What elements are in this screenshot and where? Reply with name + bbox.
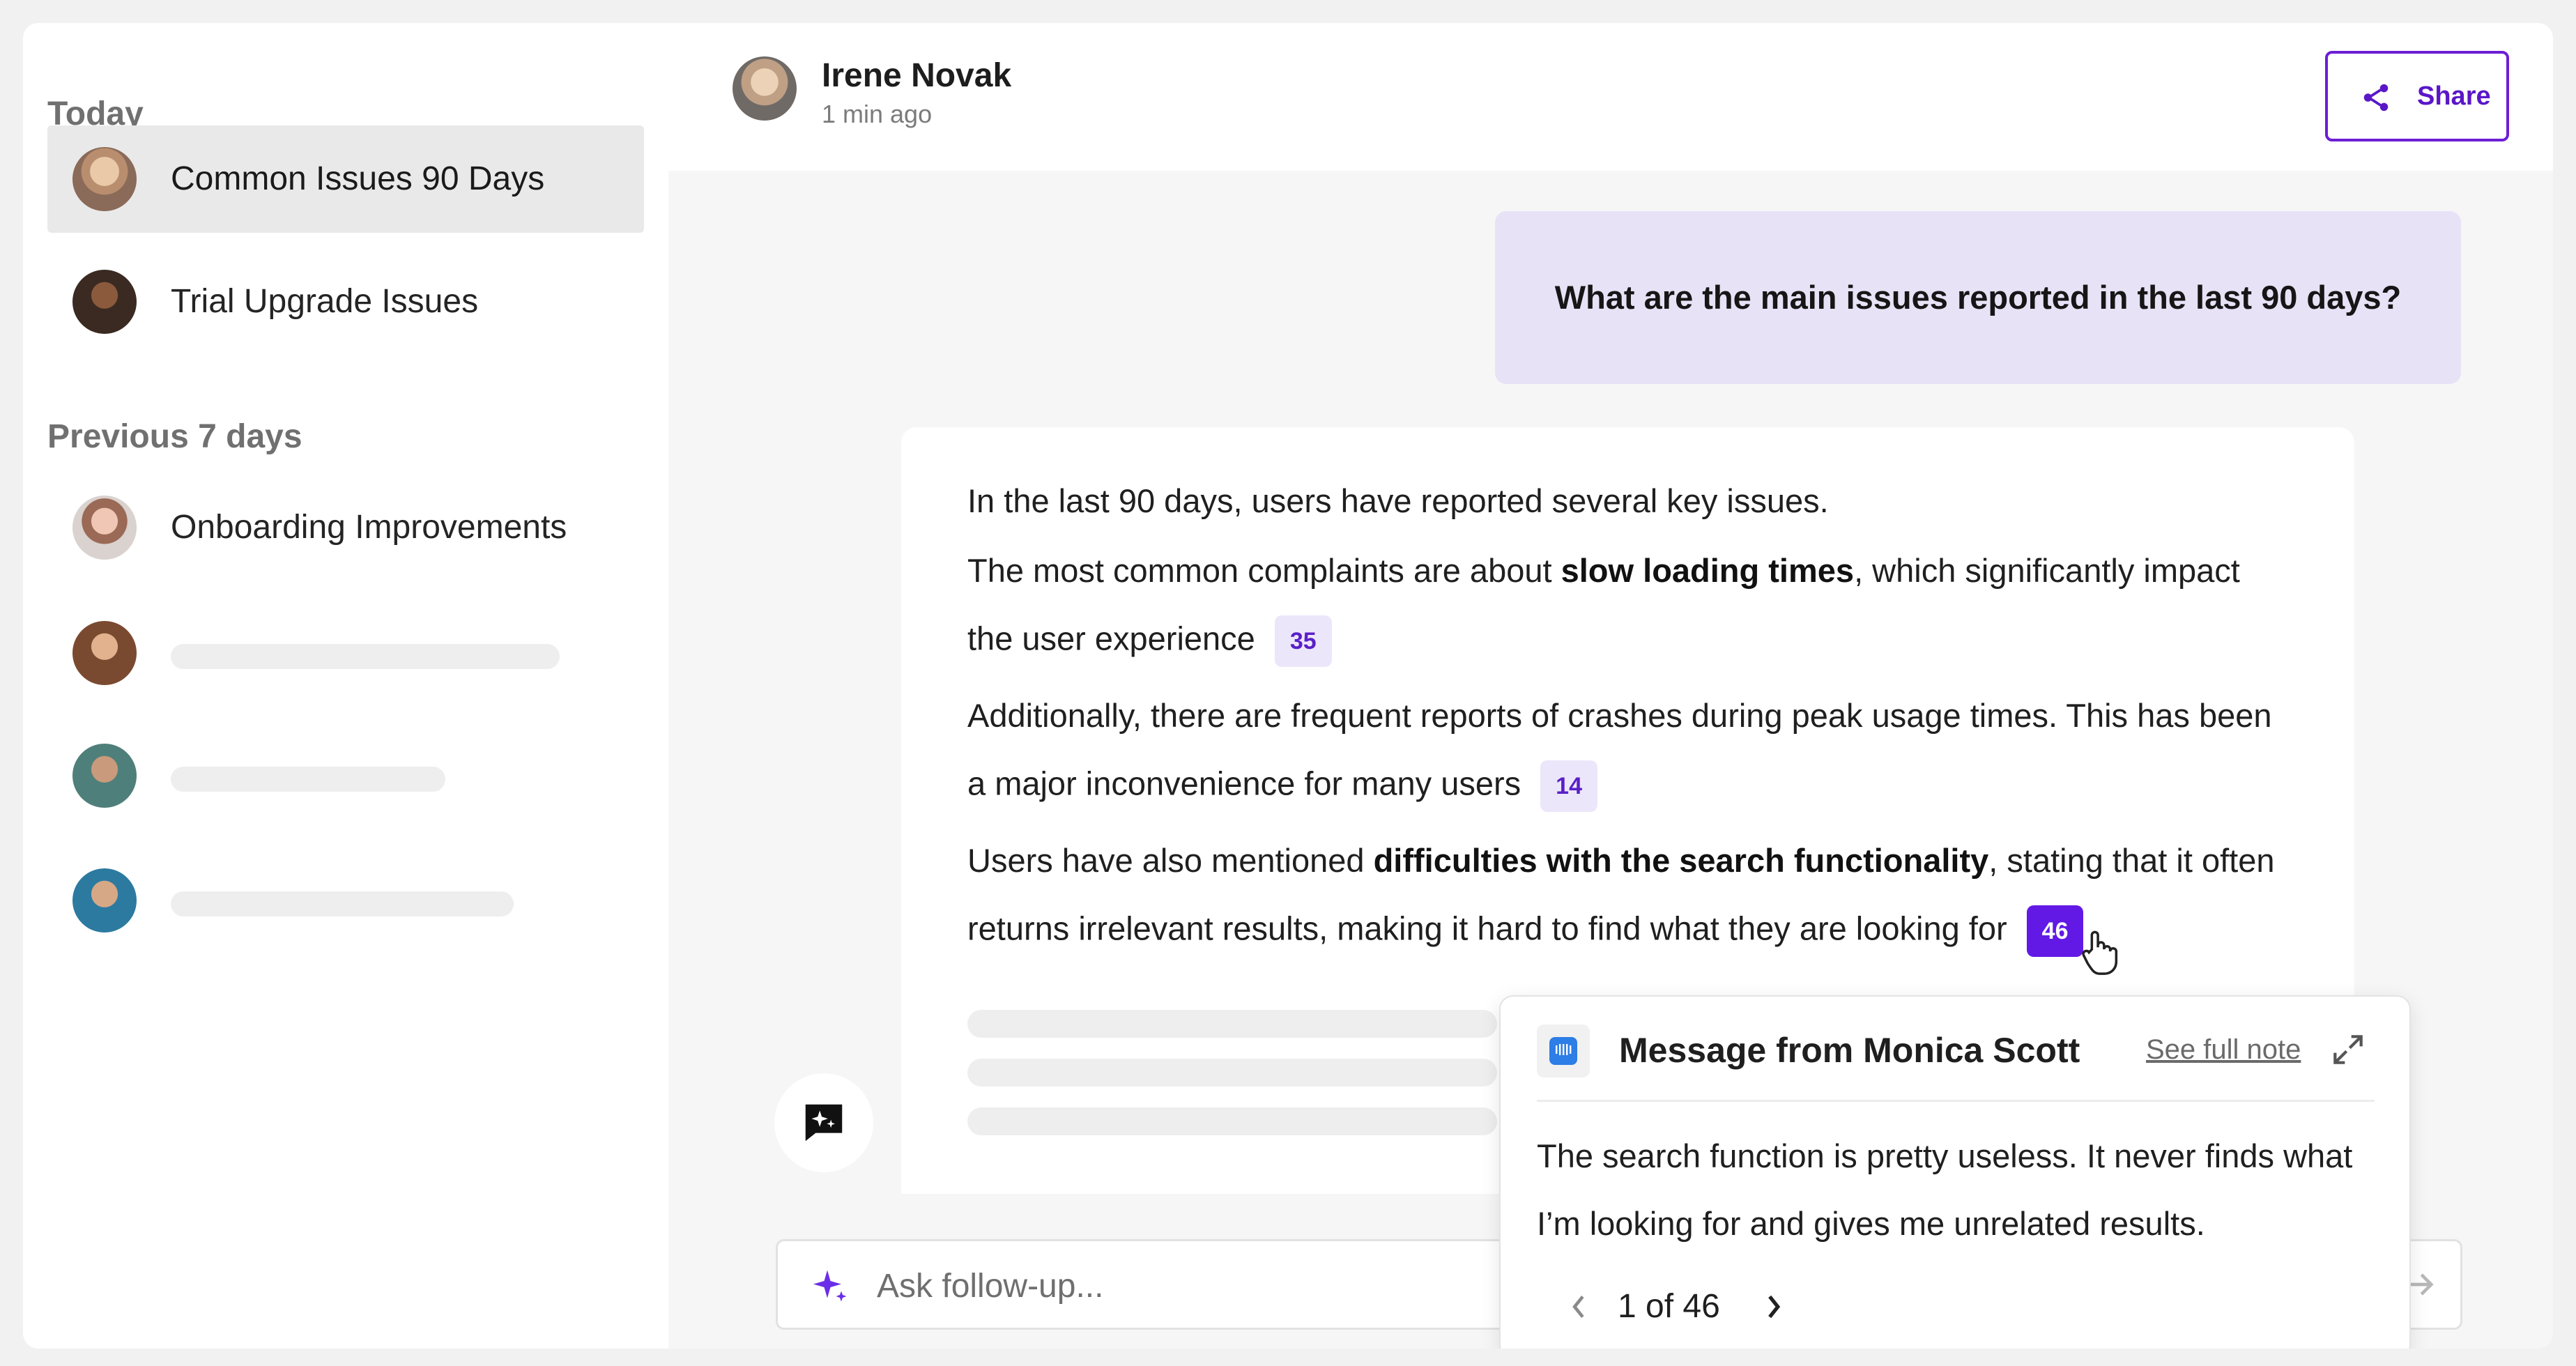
avatar — [72, 744, 137, 808]
avatar — [72, 496, 137, 560]
sidebar-item-loading-3[interactable] — [47, 847, 644, 954]
answer-text: a major inconvenience for many users — [967, 765, 1521, 801]
answer-bold: difficulties with the search functionali… — [1374, 842, 1989, 879]
loading-placeholder — [171, 891, 514, 916]
popover-title: Message from Monica Scott — [1619, 1027, 2080, 1073]
ai-assistant-button[interactable] — [774, 1073, 873, 1172]
answer-text: The most common complaints are about — [967, 552, 1561, 589]
loading-placeholder — [171, 767, 445, 792]
conversation-owner-name: Irene Novak — [822, 56, 1011, 95]
section-previous-7-days: Previous 7 days — [47, 417, 302, 456]
app-window: Today Common Issues 90 Days Trial Upgrad… — [23, 23, 2553, 1349]
user-question-bubble: What are the main issues reported in the… — [1495, 211, 2461, 384]
avatar — [733, 56, 797, 121]
avatar — [72, 621, 137, 685]
hand-cursor-icon — [2079, 929, 2121, 978]
answer-paragraph-2: Additionally, there are frequent reports… — [967, 696, 2272, 735]
answer-bold: slow loading times — [1561, 552, 1854, 589]
answer-paragraph-1: The most common complaints are about slo… — [967, 551, 2240, 590]
answer-text: Users have also mentioned — [967, 842, 1374, 879]
sidebar-item-label: Trial Upgrade Issues — [171, 248, 478, 355]
chevron-left-icon[interactable] — [1565, 1282, 1593, 1331]
share-button[interactable]: Share — [2325, 51, 2509, 141]
pagination-label: 1 of 46 — [1618, 1282, 1720, 1331]
answer-paragraph-3: Users have also mentioned difficulties w… — [967, 841, 2274, 880]
share-icon — [2360, 82, 2392, 114]
answer-intro: In the last 90 days, users have reported… — [967, 482, 1829, 520]
citation-badge[interactable]: 35 — [1275, 615, 1332, 667]
avatar — [72, 147, 137, 211]
citation-badge-selected[interactable]: 46 — [2027, 905, 2084, 957]
sidebar-item-label: Common Issues 90 Days — [171, 125, 544, 233]
loading-placeholder — [171, 644, 560, 669]
loading-placeholder — [967, 1010, 1497, 1038]
intercom-icon — [1537, 1024, 1590, 1077]
expand-icon[interactable] — [2329, 1030, 2368, 1069]
sidebar-item-label: Onboarding Improvements — [171, 474, 567, 581]
chat-header: Irene Novak 1 min ago Share — [668, 23, 2553, 171]
see-full-note-link[interactable]: See full note — [2146, 1034, 2301, 1066]
popover-message-body: The search function is pretty useless. I… — [1537, 1122, 2387, 1257]
sidebar-item-loading-1[interactable] — [47, 599, 644, 707]
answer-text: , which significantly impact — [1854, 552, 2240, 589]
avatar — [72, 868, 137, 933]
answer-text: , stating that it often — [1988, 842, 2274, 879]
answer-text: the user experience — [967, 620, 1255, 657]
answer-paragraph-1-cont: the user experience 35 — [967, 615, 1332, 667]
citation-popover: Message from Monica Scott See full note … — [1499, 995, 2411, 1349]
intercom-bars-icon — [1555, 1044, 1572, 1058]
sidebar-item-loading-2[interactable] — [47, 722, 644, 829]
sidebar-item-onboarding[interactable]: Onboarding Improvements — [47, 474, 644, 581]
citation-badge[interactable]: 14 — [1540, 760, 1597, 812]
sparkle-icon — [810, 1265, 852, 1307]
share-label: Share — [2417, 54, 2491, 139]
sidebar-item-trial-upgrade[interactable]: Trial Upgrade Issues — [47, 248, 644, 355]
loading-placeholder — [967, 1107, 1497, 1135]
answer-paragraph-2-cont: a major inconvenience for many users 14 — [967, 760, 1597, 812]
sidebar-item-common-issues[interactable]: Common Issues 90 Days — [47, 125, 644, 233]
answer-paragraph-3-cont: returns irrelevant results, making it ha… — [967, 905, 2083, 957]
question-text: What are the main issues reported in the… — [1495, 211, 2461, 384]
answer-text: returns irrelevant results, making it ha… — [967, 910, 2007, 946]
loading-placeholder — [967, 1059, 1497, 1087]
timestamp: 1 min ago — [822, 100, 932, 129]
avatar — [72, 270, 137, 334]
sidebar: Today Common Issues 90 Days Trial Upgrad… — [23, 23, 668, 1349]
ai-chat-sparkle-icon — [799, 1098, 848, 1147]
divider — [1537, 1100, 2375, 1102]
chevron-right-icon[interactable] — [1760, 1282, 1788, 1331]
